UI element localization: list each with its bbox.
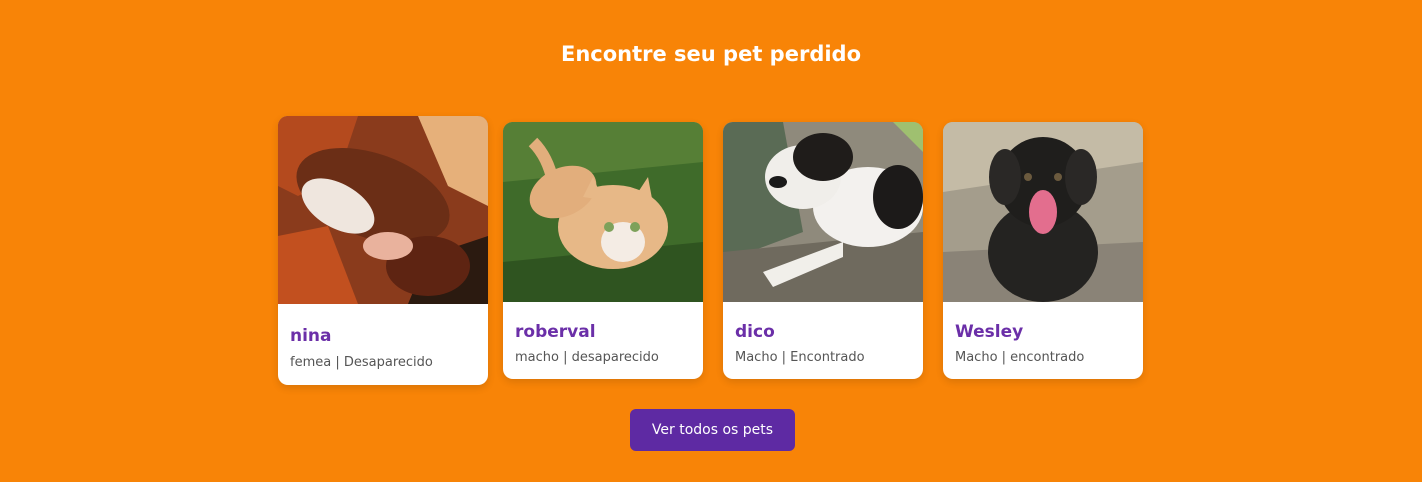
pet-meta: femea | Desaparecido xyxy=(290,355,433,370)
pet-meta: Macho | encontrado xyxy=(955,350,1085,365)
pet-photo xyxy=(943,122,1143,302)
pet-name: nina xyxy=(290,326,332,346)
pet-card[interactable]: Wesley Macho | encontrado xyxy=(943,122,1143,379)
pet-name: Wesley xyxy=(955,322,1024,342)
view-all-pets-button[interactable]: Ver todos os pets xyxy=(630,409,795,451)
section-title: Encontre seu pet perdido xyxy=(560,42,862,66)
pet-name: roberval xyxy=(515,322,596,342)
pet-card[interactable]: dico Macho | Encontrado xyxy=(723,122,923,379)
pet-photo xyxy=(723,122,923,302)
pet-card[interactable]: nina femea | Desaparecido xyxy=(278,116,488,385)
pet-meta: macho | desaparecido xyxy=(515,350,659,365)
pet-card[interactable]: roberval macho | desaparecido xyxy=(503,122,703,379)
pet-photo xyxy=(503,122,703,302)
lost-pets-section: Encontre seu pet perdido nina femea | De… xyxy=(0,0,1422,482)
pet-meta: Macho | Encontrado xyxy=(735,350,865,365)
pet-photo xyxy=(278,116,488,304)
pet-name: dico xyxy=(735,322,775,342)
